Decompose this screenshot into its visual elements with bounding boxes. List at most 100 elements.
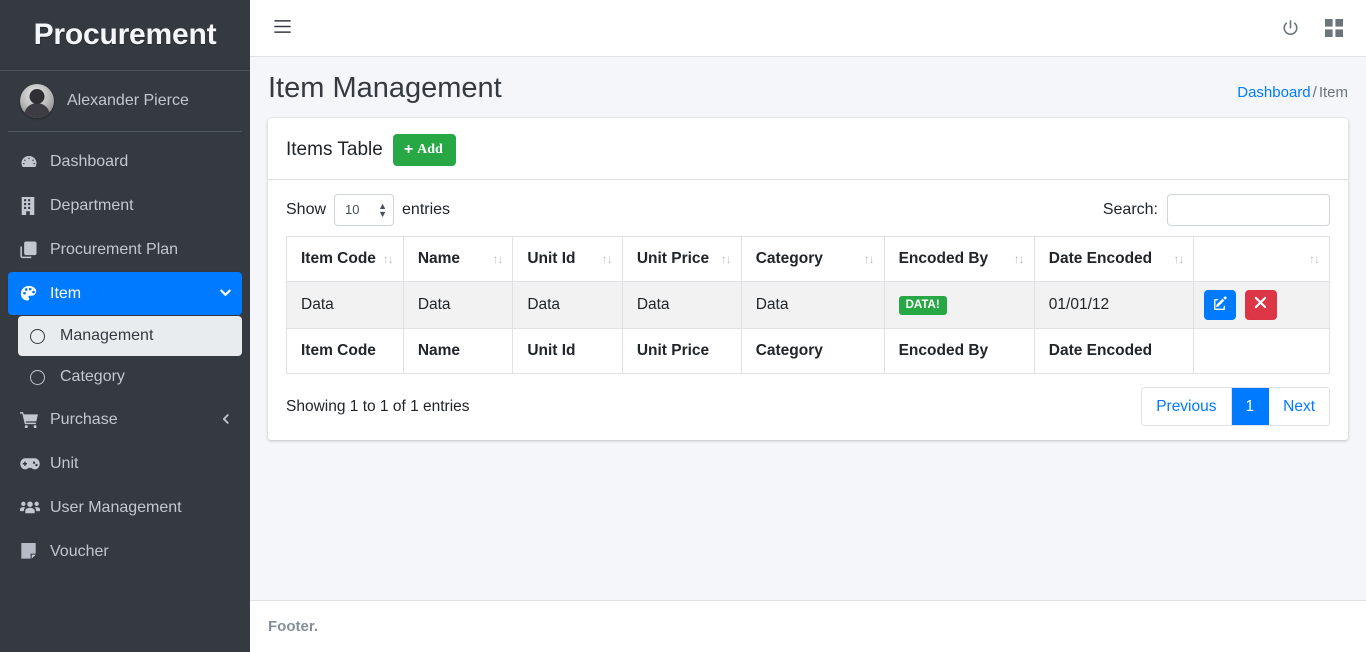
times-icon [1254,296,1267,313]
cell-category: Data [740,280,885,329]
th-large-icon[interactable] [1325,19,1343,37]
column-header-date-encoded[interactable]: Date Encoded ↑↓ [1033,235,1195,282]
chevron-left-icon [220,413,232,427]
footer-column-name: Name [402,327,514,374]
cell-name: Data [402,280,514,329]
topbar [250,0,1366,57]
cell-item-code: Data [286,280,404,329]
column-label: Category [755,249,823,267]
sidebar-item-label: Management [60,327,154,344]
edit-button[interactable] [1204,289,1237,320]
sort-updown-icon: ↑↓ [720,251,732,266]
pagination-next[interactable]: Next [1269,387,1329,426]
copy-layers-icon [20,240,46,259]
search-input[interactable] [1167,193,1330,226]
sort-updown-icon: ↑↓ [601,251,613,266]
footer-column-item-code: Item Code [286,327,404,374]
column-header-category[interactable]: Category ↑↓ [740,235,885,282]
sidebar-item-dashboard[interactable]: Dashboard [8,140,242,183]
column-label: Unit Id [527,249,576,267]
column-header-unit-id[interactable]: Unit Id ↑↓ [512,235,623,282]
show-label: Show [286,200,327,218]
sort-updown-icon: ↑↓ [1173,251,1184,266]
sidebar-item-management[interactable]: Management [18,316,242,356]
entries-label: entries [402,200,451,218]
sidebar-item-user-management[interactable]: User Management [8,486,242,529]
search-label: Search: [1102,200,1158,218]
sidebar-item-category[interactable]: Category [18,357,242,397]
column-header-item-code[interactable]: Item Code ↑↓ [286,235,404,282]
column-label: Date Encoded [1048,249,1153,267]
table-head: Item Code ↑↓ Name ↑↓ Unit Id ↑↓ Unit Pri… [286,235,1330,282]
footer-column-category: Category [740,327,885,374]
table-bottom: Showing 1 to 1 of 1 entries Previous 1 N… [286,386,1330,429]
sidebar-user-panel[interactable]: Alexander Pierce [8,71,242,132]
column-header-actions[interactable]: ↑↓ [1193,235,1330,282]
table-row: Data Data Data Data Data DATA! 01/01/12 [286,280,1330,329]
sidebar-item-label: User Management [50,498,182,516]
sidebar-item-item[interactable]: Item [8,272,242,315]
sidebar-item-unit[interactable]: Unit [8,442,242,485]
main-wrapper: Item Management Dashboard / Item Items Tab… [250,0,1366,652]
column-header-unit-price[interactable]: Unit Price ↑↓ [621,235,742,282]
tachometer-icon [20,153,46,171]
search-control: Search: [1102,193,1330,226]
pagination: Previous 1 Next [1141,386,1330,427]
sort-updown-icon: ↑↓ [492,251,503,266]
sidebar-item-label: Purchase [50,410,118,428]
page-title: Item Management [268,72,502,104]
circle-icon [30,328,56,344]
sidebar-item-purchase[interactable]: Purchase [8,398,242,441]
pagination-previous[interactable]: Previous [1142,387,1232,426]
power-icon[interactable] [1281,19,1300,38]
shopping-cart-icon [20,411,46,429]
delete-button[interactable] [1244,289,1277,320]
add-button[interactable]: + Add [392,133,456,166]
hamburger-icon[interactable] [266,15,299,42]
sidebar-user-name: Alexander Pierce [67,92,189,109]
pencil-square-icon [1213,296,1228,314]
page-length-control: Show 10 ▲ ▼ entries [286,193,451,226]
breadcrumb: Dashboard / Item [1237,75,1348,101]
sidebar-item-voucher[interactable]: Voucher [8,530,242,573]
column-label: Item Code [301,249,376,267]
page-length-select[interactable]: 10 [334,193,395,226]
sort-updown-icon: ↑↓ [382,251,394,266]
gamepad-icon [20,457,46,471]
sidebar-item-label: Voucher [50,542,109,560]
footer-column-actions [1193,327,1330,374]
sidebar-submenu-item: Management Category [8,316,242,397]
cell-unit-id: Data [512,280,623,329]
items-table: Item Code ↑↓ Name ↑↓ Unit Id ↑↓ Unit Pri… [286,235,1330,374]
chevron-down-icon [219,286,232,301]
sticky-note-icon [20,543,46,560]
sidebar: Procurement Alexander Pierce Dashboard D… [0,0,250,652]
plus-icon: + [403,140,414,158]
table-foot: Item Code Name Unit Id Unit Price Catego… [286,327,1330,374]
breadcrumb-link-dashboard[interactable]: Dashboard [1237,84,1310,101]
pagination-page-1[interactable]: 1 [1231,387,1270,426]
column-header-encoded-by[interactable]: Encoded By ↑↓ [883,235,1035,282]
sidebar-brand[interactable]: Procurement [0,0,250,71]
table-header-row: Item Code ↑↓ Name ↑↓ Unit Id ↑↓ Unit Pri… [286,235,1330,282]
footer-column-date-encoded: Date Encoded [1033,327,1195,374]
footer-column-unit-id: Unit Id [512,327,623,374]
palette-icon [20,285,46,303]
cell-date-encoded: 01/01/12 [1033,280,1195,329]
cell-actions [1193,280,1330,329]
sidebar-item-label: Department [50,196,134,214]
brand-title: Procurement [33,18,217,51]
sidebar-item-label: Category [60,368,125,385]
circle-icon [30,369,56,385]
column-label: Name [417,249,461,267]
table-footer-row: Item Code Name Unit Id Unit Price Catego… [286,327,1330,374]
column-label: Unit Price [636,249,710,267]
column-header-name[interactable]: Name ↑↓ [402,235,514,282]
building-icon [20,196,46,215]
sidebar-item-label: Item [50,284,82,302]
sidebar-item-procurement-plan[interactable]: Procurement Plan [8,228,242,271]
sidebar-item-label: Dashboard [50,152,129,170]
cell-encoded-by: DATA! [883,280,1035,329]
sidebar-item-department[interactable]: Department [8,184,242,227]
table-controls: Show 10 ▲ ▼ entries Search: [286,193,1330,226]
